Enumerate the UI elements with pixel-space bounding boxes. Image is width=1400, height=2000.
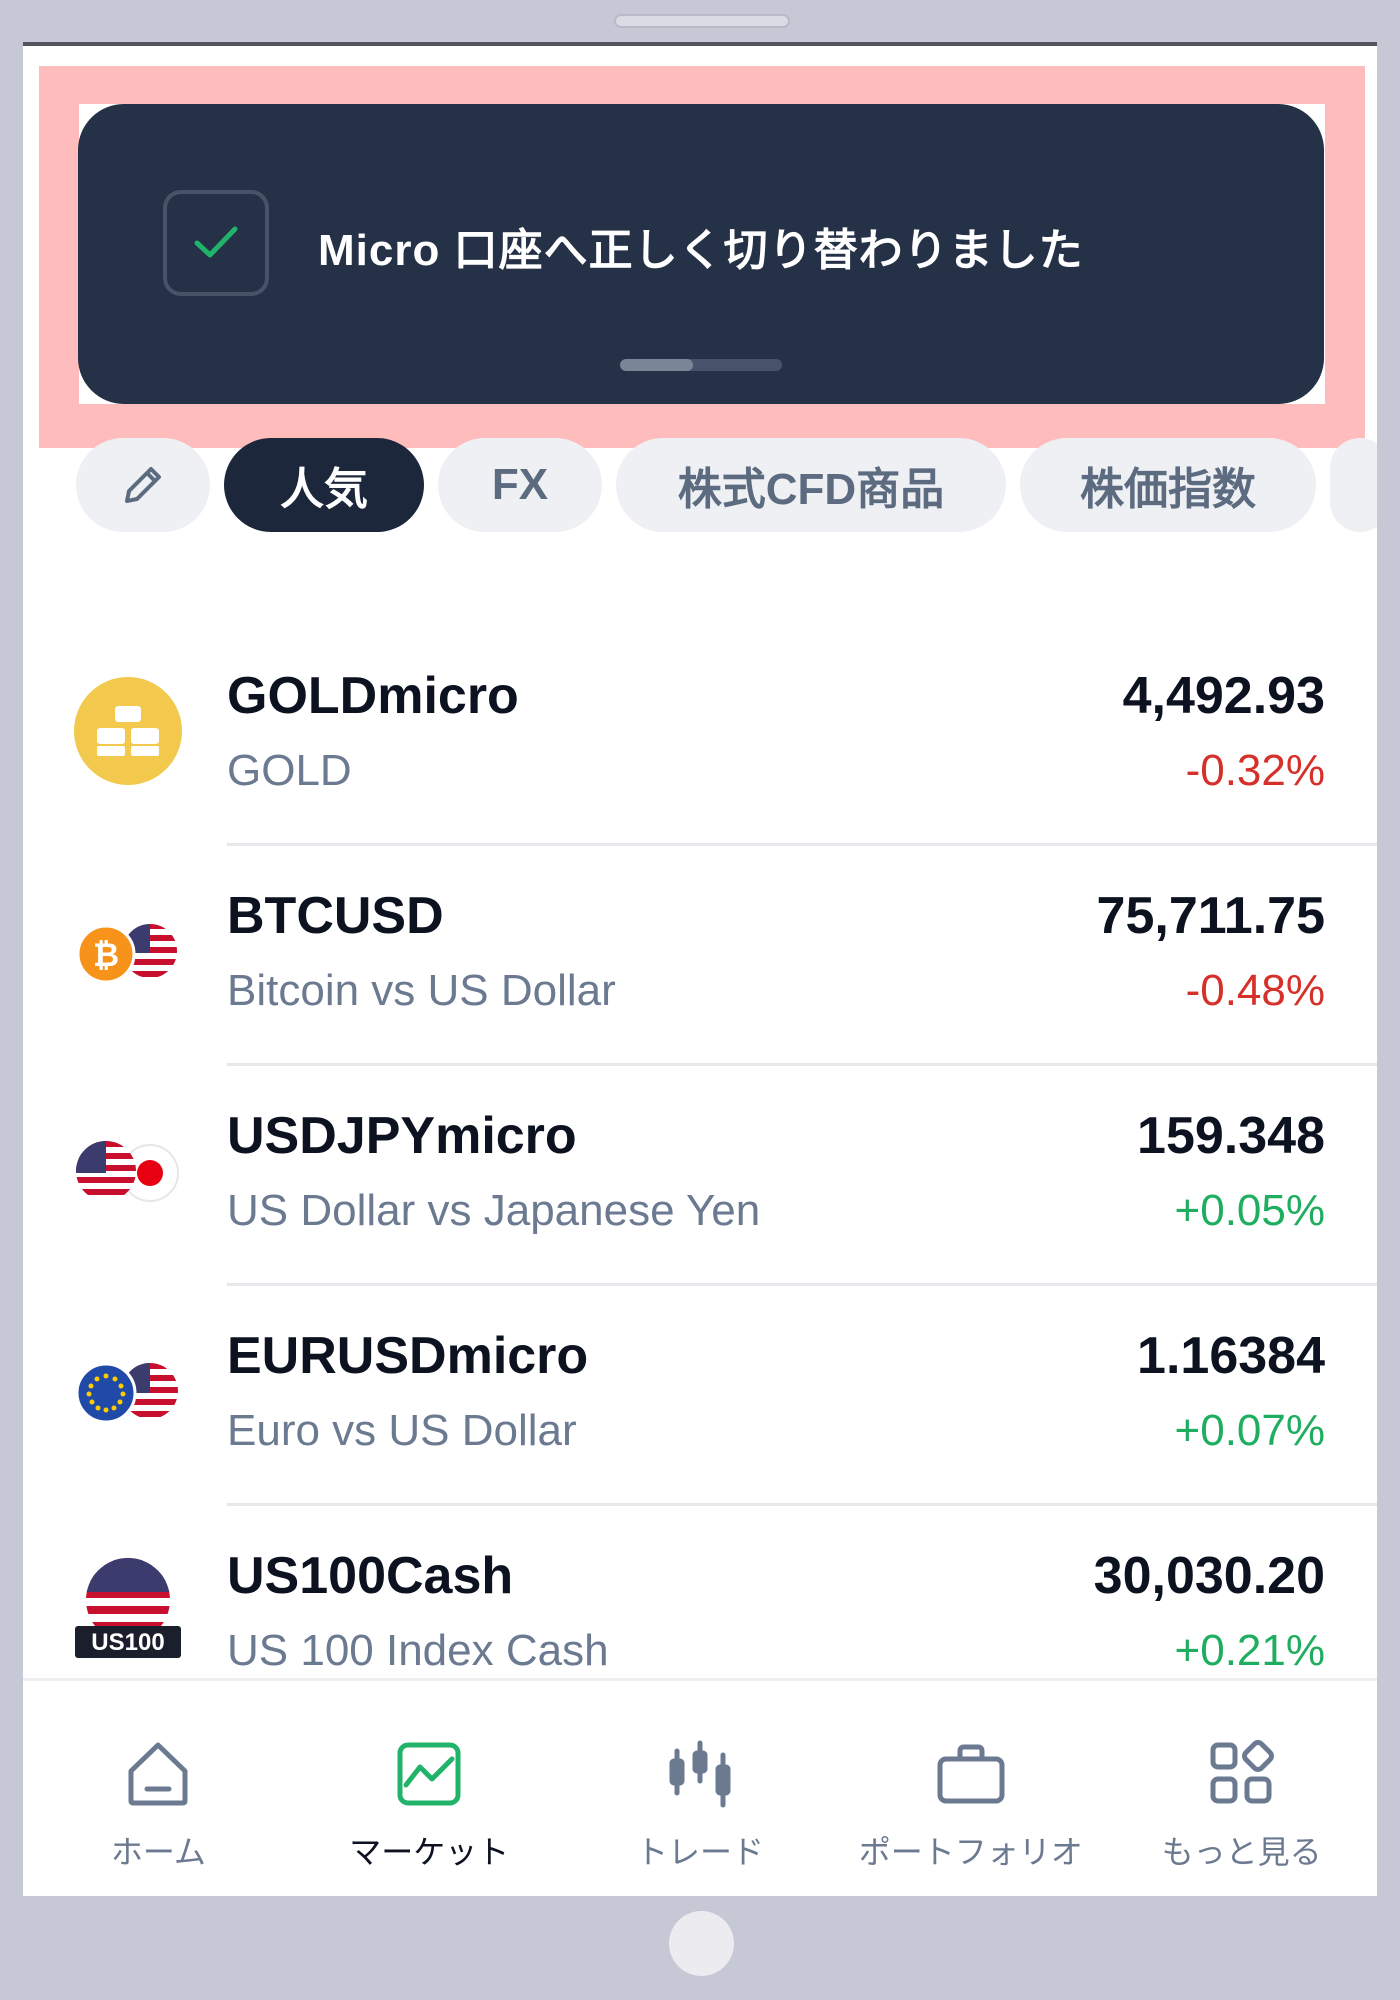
instrument-symbol: EURUSDmicro	[227, 1327, 589, 1385]
briefcase-icon	[937, 1744, 1005, 1804]
nav-home[interactable]: ホーム	[23, 1681, 294, 1896]
checkmark-icon	[163, 190, 269, 296]
list-item[interactable]: EURUSDmicro Euro vs US Dollar 1.16384 +0…	[23, 1286, 1377, 1506]
gold-bars-icon	[73, 676, 183, 786]
market-chart-icon	[397, 1742, 461, 1806]
instrument-price: 30,030.20	[1093, 1547, 1325, 1605]
list-item[interactable]: USDJPYmicro US Dollar vs Japanese Yen 15…	[23, 1066, 1377, 1286]
instrument-symbol: BTCUSD	[227, 887, 444, 945]
tab-next-partial[interactable]	[1330, 438, 1377, 532]
app-screen: Micro 口座へ正しく切り替わりました 人気 FX 株式CFD商品 株価指数	[23, 42, 1377, 1896]
speaker-slot	[614, 14, 790, 28]
toast-progress-bar	[620, 359, 782, 371]
instrument-symbol: GOLDmicro	[227, 667, 519, 725]
bottom-navigation: ホーム マーケット トレード ポートフォリオ もっと見る	[23, 1678, 1377, 1896]
svg-text:₿: ₿	[93, 936, 119, 974]
edit-categories-button[interactable]	[76, 438, 210, 532]
toast-message: Micro 口座へ正しく切り替わりました	[318, 226, 1084, 275]
instrument-price: 1.16384	[1137, 1327, 1325, 1385]
instrument-change: +0.21%	[1174, 1626, 1325, 1675]
candlestick-icon	[669, 1740, 731, 1808]
instrument-change: +0.05%	[1174, 1186, 1325, 1235]
list-item[interactable]: ₿ BTCUSD Bitcoin vs US Dollar 75,711.75 …	[23, 846, 1377, 1066]
instrument-price: 75,711.75	[1096, 887, 1325, 945]
us100-flag-icon: US100	[73, 1550, 183, 1660]
nav-portfolio[interactable]: ポートフォリオ	[835, 1681, 1106, 1896]
eur-usd-flag-icon	[73, 1336, 183, 1446]
tab-stock-cfd[interactable]: 株式CFD商品	[616, 438, 1006, 532]
usd-jpy-flag-icon	[73, 1116, 183, 1226]
nav-label: ホーム	[110, 1834, 206, 1870]
instrument-symbol: US100Cash	[227, 1547, 514, 1605]
instrument-description: Bitcoin vs US Dollar	[227, 966, 616, 1015]
instrument-price: 4,492.93	[1122, 667, 1325, 725]
toast-notification[interactable]: Micro 口座へ正しく切り替わりました	[78, 104, 1324, 404]
nav-trade[interactable]: トレード	[565, 1681, 836, 1896]
nav-label: トレード	[635, 1834, 764, 1870]
bitcoin-usd-flag-icon: ₿	[73, 896, 183, 1006]
nav-label: マーケット	[349, 1834, 510, 1870]
home-icon	[128, 1742, 188, 1806]
category-tabs: 人気 FX 株式CFD商品 株価指数	[76, 438, 1377, 532]
toast-progress-fill	[620, 359, 693, 371]
instrument-change: -0.32%	[1185, 746, 1325, 795]
us100-badge: US100	[91, 1629, 165, 1656]
instrument-change: +0.07%	[1174, 1406, 1325, 1455]
device-home-button[interactable]	[669, 1911, 734, 1976]
instrument-description: US 100 Index Cash	[227, 1626, 609, 1675]
instrument-description: GOLD	[227, 746, 352, 795]
instrument-symbol: USDJPYmicro	[227, 1107, 577, 1165]
tab-stock-index[interactable]: 株価指数	[1020, 438, 1316, 532]
nav-label: ポートフォリオ	[858, 1834, 1083, 1870]
tab-fx[interactable]: FX	[438, 438, 602, 532]
tab-popular[interactable]: 人気	[224, 438, 424, 532]
nav-market[interactable]: マーケット	[294, 1681, 565, 1896]
nav-label: もっと見る	[1161, 1834, 1322, 1870]
list-item[interactable]: GOLDmicro GOLD 4,492.93 -0.32%	[23, 626, 1377, 846]
instrument-list: GOLDmicro GOLD 4,492.93 -0.32% ₿ BTCUSD …	[23, 626, 1377, 1726]
pencil-icon	[125, 467, 161, 503]
instrument-price: 159.348	[1137, 1107, 1325, 1165]
instrument-change: -0.48%	[1185, 966, 1325, 1015]
tablet-frame: Micro 口座へ正しく切り替わりました 人気 FX 株式CFD商品 株価指数	[0, 0, 1400, 2000]
instrument-description: US Dollar vs Japanese Yen	[227, 1186, 761, 1235]
grid-more-icon	[1210, 1740, 1274, 1804]
instrument-description: Euro vs US Dollar	[227, 1406, 577, 1455]
nav-more[interactable]: もっと見る	[1106, 1681, 1377, 1896]
